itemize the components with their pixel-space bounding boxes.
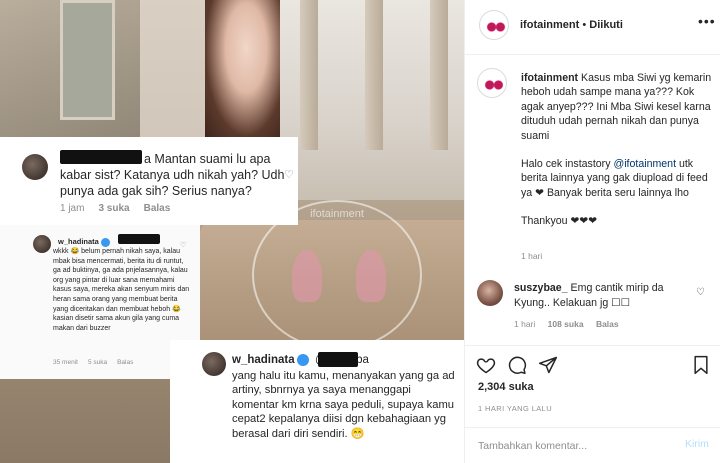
commenter-avatar[interactable] bbox=[477, 280, 503, 306]
post-side-panel: ifotainment • Diikuti ••• ifotainment Ka… bbox=[464, 0, 720, 463]
screenshot-reply-text: wkkk 😂 belum pernah nikah saya, kalau mb… bbox=[53, 248, 190, 332]
screenshot-reply-text: yang halu itu kamu, menanyakan yang ga a… bbox=[232, 370, 455, 440]
more-options-icon[interactable]: ••• bbox=[698, 13, 716, 29]
caption-timestamp[interactable]: 1 hari bbox=[521, 251, 542, 261]
caption-avatar[interactable] bbox=[477, 68, 507, 98]
comment-text: suszybae_ Emg cantik mirip da Kyung.. Ke… bbox=[514, 282, 664, 309]
comment-timestamp[interactable]: 1 hari bbox=[514, 319, 535, 329]
like-heart-icon[interactable] bbox=[476, 355, 496, 375]
screenshot-comment-text: a Mantan suami lu apa kabar sist? Katany… bbox=[60, 152, 285, 198]
post-actions: 2,304 suka 1 HARI YANG LALU bbox=[465, 345, 720, 427]
comment-username[interactable]: suszybae_ bbox=[514, 282, 568, 294]
woman-photo bbox=[205, 0, 280, 137]
share-icon[interactable] bbox=[538, 355, 558, 375]
follow-status[interactable]: Diikuti bbox=[589, 19, 623, 31]
screenshot-username: w_hadinata bbox=[58, 237, 110, 247]
background-window bbox=[0, 0, 140, 150]
comment-likes[interactable]: 108 suka bbox=[548, 319, 584, 329]
likes-count[interactable]: 2,304 suka bbox=[478, 381, 534, 393]
commenter-avatar bbox=[22, 154, 48, 180]
comment-input[interactable] bbox=[478, 436, 668, 456]
caption-username[interactable]: ifotainment bbox=[521, 72, 578, 84]
comments-section[interactable]: ifotainment Kasus mba Siwi yg kemarin he… bbox=[465, 56, 720, 345]
screenshot-comment-meta: 1 jam 3 suka Balas bbox=[60, 203, 171, 214]
username-link[interactable]: ifotainment bbox=[520, 19, 579, 31]
screenshot-username: w_hadinata bbox=[232, 354, 309, 366]
watermark-text: ifotainment bbox=[310, 208, 364, 220]
verified-badge-icon bbox=[296, 354, 309, 366]
background-room bbox=[270, 0, 464, 210]
post-media[interactable]: ifotainment a Mantan suami lu apa kabar … bbox=[0, 0, 464, 463]
bookmark-icon[interactable] bbox=[691, 355, 711, 375]
mention-link[interactable]: @ifotainment bbox=[613, 158, 676, 170]
comment-meta: 1 hari 108 suka Balas bbox=[514, 319, 629, 329]
account-avatar[interactable] bbox=[479, 10, 509, 40]
commenter-avatar bbox=[202, 352, 226, 376]
reply-button[interactable]: Balas bbox=[596, 319, 619, 329]
comment-item: suszybae_ Emg cantik mirip da Kyung.. Ke… bbox=[465, 278, 720, 338]
header-username: ifotainment • Diikuti bbox=[520, 19, 623, 31]
heart-outline-icon: ♡ bbox=[284, 169, 294, 181]
post-date[interactable]: 1 HARI YANG LALU bbox=[478, 404, 552, 413]
verified-badge-icon bbox=[100, 237, 110, 247]
redacted-mention bbox=[118, 234, 160, 244]
screenshot-reply-meta: 35 menit 5 suka Balas bbox=[53, 359, 134, 366]
comment-like-heart-icon[interactable]: ♡ bbox=[696, 287, 705, 298]
add-comment-bar: Kirim bbox=[465, 427, 720, 463]
comment-icon[interactable] bbox=[507, 355, 527, 375]
post-header: ifotainment • Diikuti ••• bbox=[465, 0, 720, 55]
redacted-mention bbox=[318, 352, 358, 367]
caption-text: ifotainment Kasus mba Siwi yg kemarin he… bbox=[521, 72, 712, 228]
commenter-avatar bbox=[33, 235, 51, 253]
post-comment-button[interactable]: Kirim bbox=[685, 438, 709, 450]
